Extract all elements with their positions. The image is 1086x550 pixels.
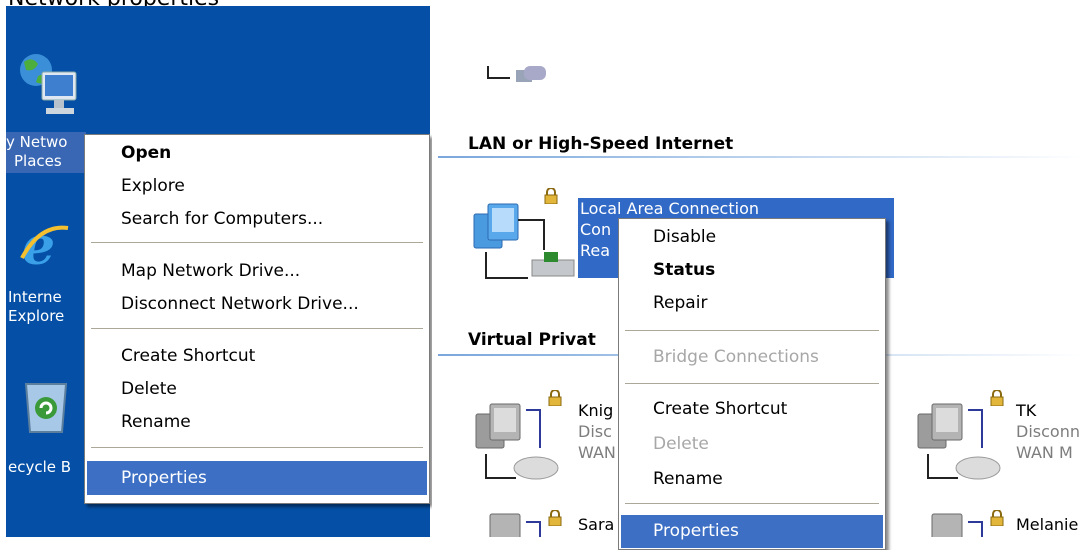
menu-separator xyxy=(625,330,879,331)
menu-item-delete[interactable]: Delete xyxy=(85,373,429,406)
network-connection-icon[interactable] xyxy=(468,190,578,280)
menu-separator xyxy=(625,383,879,384)
menu-item-rename[interactable]: Rename xyxy=(85,406,429,439)
menu-item-disable[interactable]: Disable xyxy=(619,221,885,254)
vpn-connection-label[interactable]: TK Disconn WAN M xyxy=(1016,400,1080,463)
menu-item-open[interactable]: Open xyxy=(85,137,429,170)
label-line: Places xyxy=(14,152,62,170)
svg-text:e: e xyxy=(22,218,55,274)
menu-item-label: Create Shortcut xyxy=(121,346,256,366)
lock-icon xyxy=(544,187,558,205)
lock-icon xyxy=(548,509,562,527)
menu-item-search-computers[interactable]: Search for Computers... xyxy=(85,203,429,236)
menu-item-repair[interactable]: Repair xyxy=(619,287,885,320)
menu-item-label: Bridge Connections xyxy=(653,347,819,367)
menu-item-disconnect-network-drive[interactable]: Disconnect Network Drive... xyxy=(85,288,429,321)
menu-separator xyxy=(91,328,423,329)
network-globe-icon[interactable] xyxy=(14,50,82,122)
desktop-context-menu: Open Explore Search for Computers... Map… xyxy=(84,134,430,504)
menu-item-label: Map Network Drive... xyxy=(121,261,301,281)
menu-separator xyxy=(91,242,423,243)
vpn-section-header: Virtual Privat xyxy=(468,330,596,350)
connection-status: Disc xyxy=(578,422,612,441)
connection-type: WAN xyxy=(578,443,616,462)
menu-item-properties[interactable]: Properties xyxy=(87,461,427,495)
menu-item-create-shortcut[interactable]: Create Shortcut xyxy=(85,340,429,373)
menu-item-label: Open xyxy=(121,143,172,163)
lock-icon xyxy=(548,389,562,407)
menu-item-create-shortcut[interactable]: Create Shortcut xyxy=(619,393,885,426)
desktop-icon-label-network-places[interactable]: y Netwo Places xyxy=(6,132,86,173)
connection-name: Local Area Connection xyxy=(580,199,759,218)
lan-section-header: LAN or High-Speed Internet xyxy=(468,134,734,154)
desktop-icon-label-internet-explorer[interactable]: Interne Explore xyxy=(8,288,64,326)
label-line: Interne xyxy=(8,288,62,306)
menu-item-label: Rename xyxy=(121,412,191,432)
vpn-connection-icon[interactable] xyxy=(472,392,582,482)
desktop-icon-label-recycle-bin[interactable]: ecycle B xyxy=(8,458,71,477)
recycle-bin-icon[interactable] xyxy=(22,378,70,438)
menu-item-label: Disable xyxy=(653,227,717,247)
menu-item-label: Disconnect Network Drive... xyxy=(121,294,359,314)
label-line: Explore xyxy=(8,307,65,325)
vpn-connection-label[interactable]: Sara xyxy=(578,514,614,535)
menu-item-label: Explore xyxy=(121,176,185,196)
internet-explorer-icon[interactable]: e xyxy=(20,216,70,277)
connection-name: Melanie xyxy=(1016,515,1079,534)
connection-name: TK xyxy=(1016,401,1037,420)
menu-separator xyxy=(625,503,879,504)
network-connection-icon xyxy=(484,58,564,88)
vpn-connection-icon[interactable] xyxy=(914,392,1024,482)
menu-item-label: Properties xyxy=(653,521,739,541)
lock-icon xyxy=(990,389,1004,407)
menu-item-label: Properties xyxy=(121,468,207,488)
menu-item-status[interactable]: Status xyxy=(619,254,885,287)
menu-item-label: Delete xyxy=(121,379,177,399)
connection-context-menu: Disable Status Repair Bridge Connections… xyxy=(618,218,886,550)
menu-item-rename[interactable]: Rename xyxy=(619,463,885,496)
connection-status: Disconn xyxy=(1016,422,1080,441)
menu-item-delete: Delete xyxy=(619,428,885,461)
vpn-connection-label[interactable]: Knig Disc WAN xyxy=(578,400,616,463)
connection-type: WAN M xyxy=(1016,443,1073,462)
menu-item-label: Rename xyxy=(653,469,723,489)
connection-name: Knig xyxy=(578,401,614,420)
menu-item-label: Status xyxy=(653,260,716,280)
menu-item-label: Search for Computers... xyxy=(121,209,324,229)
label-line: ecycle B xyxy=(8,458,72,476)
menu-item-label: Create Shortcut xyxy=(653,399,788,419)
menu-item-properties[interactable]: Properties xyxy=(621,515,883,548)
section-divider xyxy=(438,156,1086,158)
connection-name: Sara xyxy=(578,515,615,534)
menu-item-map-network-drive[interactable]: Map Network Drive... xyxy=(85,255,429,288)
label-line: y Netwo xyxy=(6,133,68,151)
vpn-connection-label[interactable]: Melanie xyxy=(1016,514,1078,535)
menu-item-explore[interactable]: Explore xyxy=(85,170,429,203)
menu-item-label: Delete xyxy=(653,434,709,454)
menu-item-bridge-connections: Bridge Connections xyxy=(619,341,885,374)
menu-item-label: Repair xyxy=(653,293,708,313)
lock-icon xyxy=(990,509,1004,527)
menu-separator xyxy=(91,447,423,448)
